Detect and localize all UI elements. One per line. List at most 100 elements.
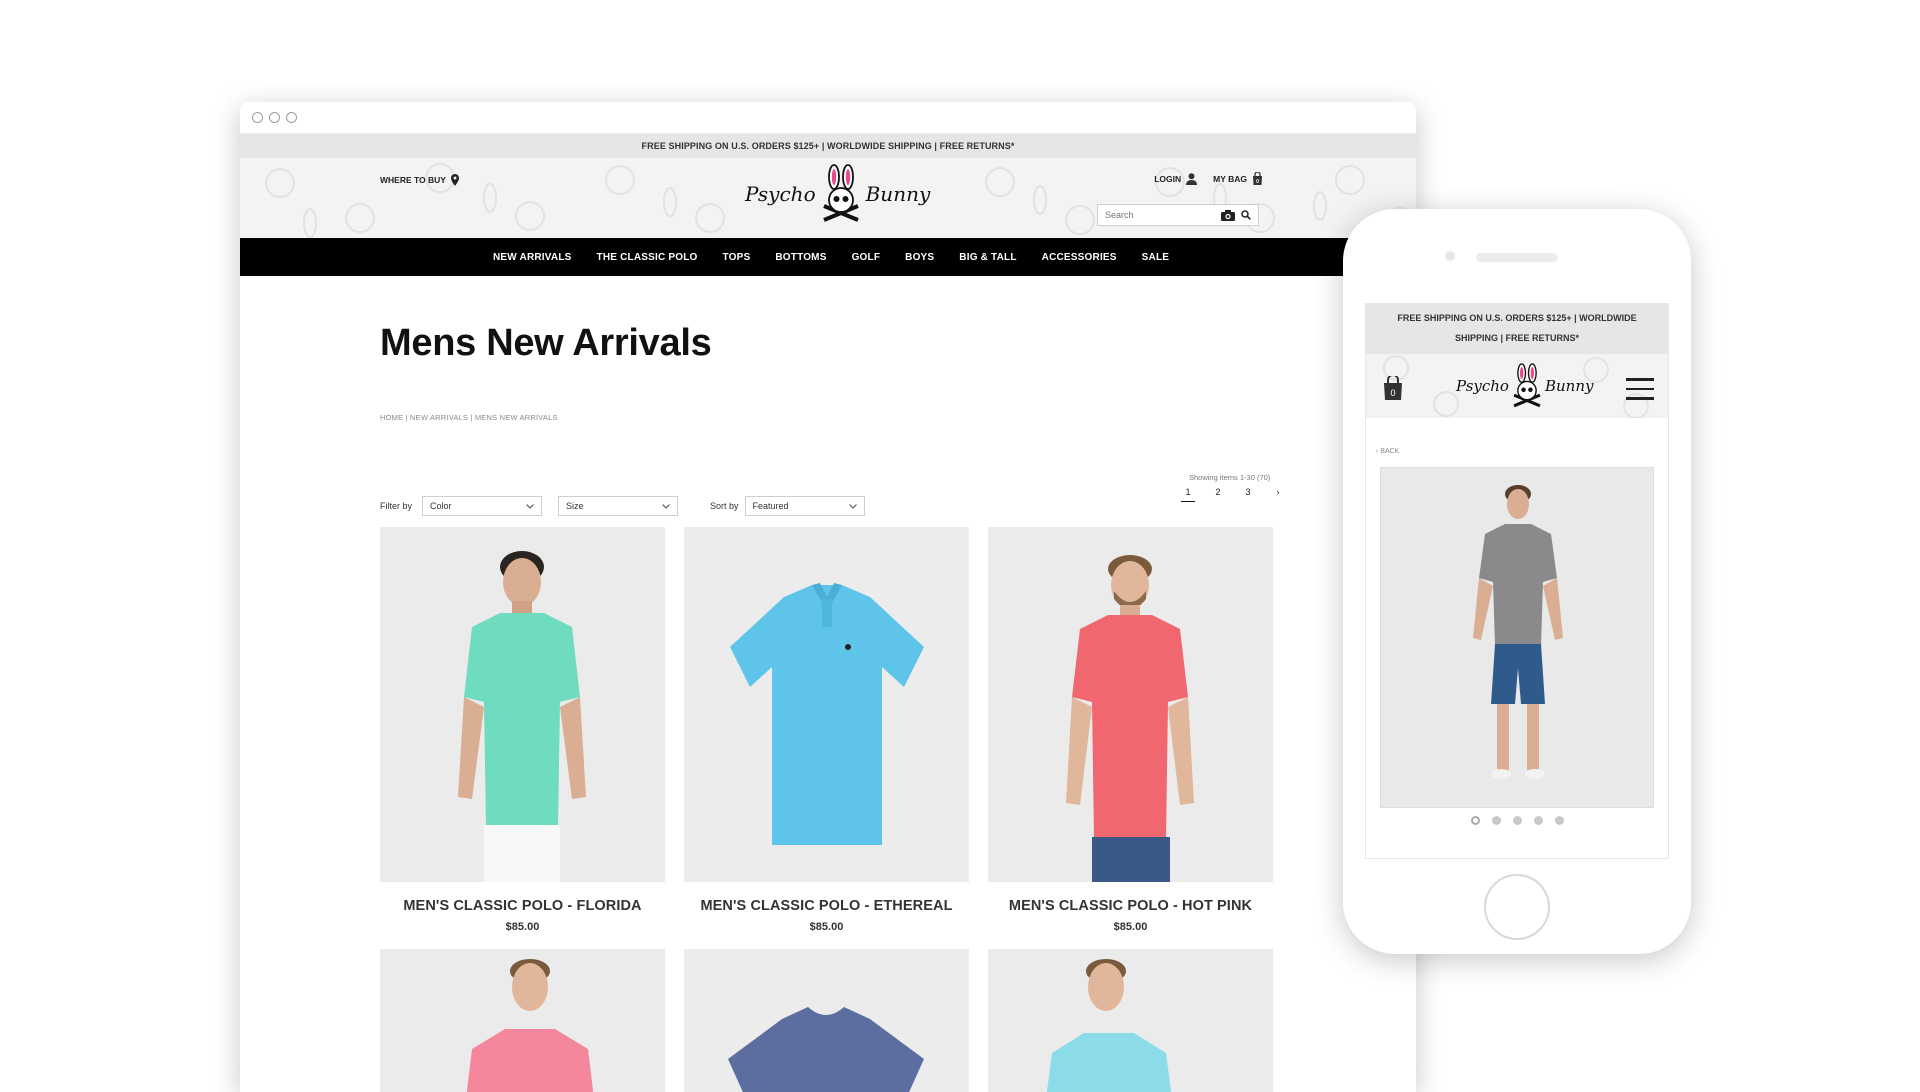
product-card[interactable] — [684, 933, 969, 1092]
chevron-down-icon — [848, 503, 857, 509]
nav-golf[interactable]: GOLF — [852, 252, 881, 263]
nav-accessories[interactable]: ACCESSORIES — [1042, 252, 1117, 263]
size-filter-select[interactable]: Size — [558, 496, 679, 516]
logo-text-right: Bunny — [865, 182, 931, 206]
nav-sale[interactable]: SALE — [1142, 252, 1169, 263]
nav-classic-polo[interactable]: THE CLASSIC POLO — [597, 252, 698, 263]
product-card[interactable]: MEN'S CLASSIC POLO - HOT PINK $85.00 — [988, 527, 1273, 933]
search-box — [1097, 204, 1259, 226]
chevron-down-icon — [526, 503, 534, 509]
logo-text-left: Psycho — [745, 182, 816, 206]
product-name[interactable]: MEN'S CLASSIC POLO - ETHEREAL — [684, 898, 969, 914]
model-wearing-polo-image — [988, 527, 1273, 882]
product-image[interactable] — [684, 949, 969, 1092]
product-image[interactable] — [988, 949, 1273, 1092]
carousel-dot[interactable] — [1533, 816, 1543, 825]
svg-text:0: 0 — [1256, 179, 1259, 185]
sort-value: Featured — [752, 501, 789, 511]
page-1-link[interactable]: 1 — [1181, 487, 1195, 502]
color-filter-value: Color — [430, 501, 452, 511]
nav-bottoms[interactable]: BOTTOMS — [775, 252, 826, 263]
flat-tshirt-image — [684, 949, 969, 1092]
search-input[interactable] — [1105, 210, 1215, 220]
product-name[interactable]: MEN'S CLASSIC POLO - FLORIDA — [380, 898, 665, 914]
carousel-dot[interactable] — [1554, 816, 1564, 825]
map-pin-icon — [450, 174, 459, 186]
mobile-brand-logo[interactable]: Psycho Bunny — [1456, 362, 1593, 410]
listing-area: Showing items 1-30 (70) 1 2 3 › Filter b… — [240, 357, 1416, 1092]
phone-speaker — [1476, 253, 1558, 262]
next-page-link[interactable]: › — [1271, 487, 1285, 502]
chevron-down-icon — [662, 503, 670, 509]
login-label: LOGIN — [1154, 173, 1182, 184]
svg-text:0: 0 — [1390, 388, 1395, 398]
product-image[interactable] — [380, 949, 665, 1092]
product-image[interactable] — [380, 527, 665, 882]
model-wearing-tshirt-image — [1381, 468, 1653, 807]
model-wearing-polo-image — [380, 949, 665, 1092]
hamburger-menu-icon[interactable] — [1626, 378, 1654, 407]
product-card[interactable]: MEN'S CLASSIC POLO - FLORIDA $85.00 — [380, 527, 665, 933]
page-3-link[interactable]: 3 — [1241, 487, 1255, 502]
flat-polo-image — [684, 527, 969, 882]
where-to-buy-label: WHERE TO BUY — [380, 175, 446, 185]
product-card[interactable] — [380, 933, 665, 1092]
window-maximize-dot[interactable] — [286, 112, 297, 123]
filter-by-label: Filter by — [380, 501, 413, 511]
mobile-header: 0 Psycho Bunny — [1366, 354, 1668, 418]
account-links: LOGIN MY BAG 0 — [1154, 172, 1263, 185]
product-card[interactable] — [988, 933, 1273, 1092]
nav-boys[interactable]: BOYS — [905, 252, 934, 263]
phone-camera — [1445, 251, 1455, 261]
product-price: $85.00 — [505, 921, 540, 933]
brand-logo[interactable]: Psycho Bunny — [745, 164, 930, 224]
carousel-dot[interactable] — [1470, 816, 1480, 825]
carousel-dot[interactable] — [1491, 816, 1501, 825]
bunny-skull-logo-icon — [822, 164, 859, 222]
nav-big-tall[interactable]: BIG & TALL — [959, 252, 1016, 263]
shopping-bag-icon: 0 — [1253, 172, 1262, 185]
main-nav: NEW ARRIVALS THE CLASSIC POLO TOPS BOTTO… — [240, 238, 1416, 276]
window-minimize-dot[interactable] — [269, 112, 280, 123]
product-image[interactable] — [988, 527, 1273, 882]
window-close-dot[interactable] — [252, 112, 263, 123]
color-filter-select[interactable]: Color — [422, 496, 543, 516]
nav-tops[interactable]: TOPS — [723, 252, 751, 263]
sort-select[interactable]: Featured — [744, 496, 865, 516]
back-link[interactable]: ‹ BACK — [1376, 448, 1668, 455]
carousel-dots — [1366, 816, 1668, 825]
login-link[interactable]: LOGIN — [1154, 172, 1198, 185]
product-grid: MEN'S CLASSIC POLO - FLORIDA $85.00 MEN'… — [380, 527, 1273, 1092]
my-bag-label: MY BAG — [1213, 173, 1247, 184]
sort-by-label: Sort by — [710, 501, 739, 511]
logo-text-right: Bunny — [1544, 377, 1594, 395]
user-icon — [1186, 172, 1198, 185]
product-card[interactable]: MEN'S CLASSIC POLO - ETHEREAL $85.00 — [684, 527, 969, 933]
product-price: $85.00 — [809, 921, 844, 933]
filter-bar: Filter by Color Size Sort by Featured — [380, 496, 865, 516]
mobile-phone-mockup: FREE SHIPPING ON U.S. ORDERS $125+ | WOR… — [1343, 209, 1691, 954]
browser-title-bar — [240, 102, 1416, 134]
logo-text-left: Psycho — [1456, 377, 1509, 395]
carousel-dot[interactable] — [1512, 816, 1522, 825]
pagination: 1 2 3 › — [1181, 487, 1285, 502]
model-wearing-tshirt-image — [988, 949, 1273, 1092]
camera-icon[interactable] — [1221, 209, 1235, 221]
mobile-bag-icon[interactable]: 0 — [1382, 376, 1404, 400]
product-price: $85.00 — [1113, 921, 1148, 933]
site-header: WHERE TO BUY Psycho Bunny LOGIN MY BAG 0… — [240, 158, 1416, 238]
product-name[interactable]: MEN'S CLASSIC POLO - HOT PINK — [988, 898, 1273, 914]
bunny-skull-logo-icon — [1513, 363, 1541, 408]
search-icon[interactable] — [1241, 210, 1251, 220]
phone-home-button[interactable] — [1484, 874, 1550, 940]
product-image[interactable] — [684, 527, 969, 882]
mobile-product-image[interactable] — [1380, 467, 1654, 808]
size-filter-value: Size — [566, 501, 584, 511]
my-bag-link[interactable]: MY BAG 0 — [1213, 172, 1263, 185]
model-wearing-polo-image — [380, 527, 665, 882]
promo-bar: FREE SHIPPING ON U.S. ORDERS $125+ | WOR… — [240, 134, 1416, 158]
mobile-promo-bar: FREE SHIPPING ON U.S. ORDERS $125+ | WOR… — [1366, 304, 1668, 354]
where-to-buy-link[interactable]: WHERE TO BUY — [380, 174, 459, 186]
nav-new-arrivals[interactable]: NEW ARRIVALS — [493, 252, 572, 263]
page-2-link[interactable]: 2 — [1211, 487, 1225, 502]
